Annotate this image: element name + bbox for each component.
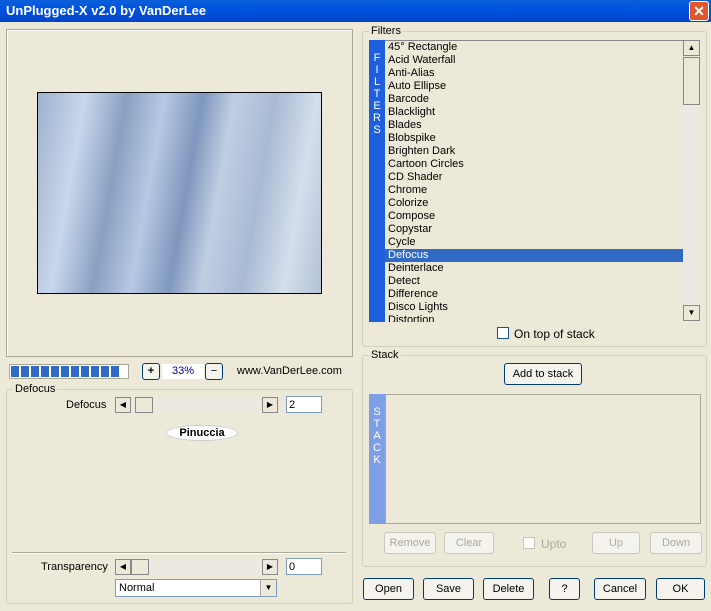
filter-item[interactable]: Disco Lights bbox=[385, 301, 683, 314]
tab-letter: A bbox=[373, 430, 381, 442]
filter-item[interactable]: Copystar bbox=[385, 223, 683, 236]
chevron-down-icon[interactable]: ▼ bbox=[260, 580, 276, 596]
progress-block bbox=[91, 366, 99, 377]
filter-item[interactable]: Distortion bbox=[385, 314, 683, 322]
preview-image bbox=[37, 92, 322, 294]
blend-mode-value: Normal bbox=[119, 582, 155, 594]
filters-list[interactable]: 45° Rectangle Acid Waterfall Anti-Alias Aut… bbox=[385, 40, 683, 322]
filter-settings-label: Defocus bbox=[13, 383, 58, 395]
save-button[interactable]: Save bbox=[423, 578, 474, 600]
transparency-label: Transparency bbox=[41, 561, 108, 573]
zoom-in-button[interactable]: + bbox=[142, 363, 160, 380]
on-top-label: On top of stack bbox=[514, 327, 595, 341]
filter-item[interactable]: Colorize bbox=[385, 197, 683, 210]
tab-letter: F bbox=[373, 52, 381, 64]
filter-item[interactable]: Blobspike bbox=[385, 132, 683, 145]
filter-item[interactable]: Defocus bbox=[385, 249, 683, 262]
remove-button[interactable]: Remove bbox=[384, 532, 436, 554]
transparency-left-arrow-icon[interactable]: ◀ bbox=[115, 559, 131, 575]
stack-list[interactable] bbox=[385, 394, 701, 524]
tab-letter: L bbox=[373, 76, 381, 88]
defocus-label: Defocus bbox=[66, 399, 107, 411]
progress-block bbox=[51, 366, 59, 377]
progress-block bbox=[31, 366, 39, 377]
progress-block bbox=[11, 366, 19, 377]
progress-block bbox=[81, 366, 89, 377]
filter-item[interactable]: Difference bbox=[385, 288, 683, 301]
slider-right-arrow-icon[interactable]: ▶ bbox=[262, 397, 278, 413]
stack-tab: STACK bbox=[369, 394, 385, 524]
tab-letter: R bbox=[373, 112, 381, 124]
transparency-right-arrow-icon[interactable]: ▶ bbox=[262, 559, 278, 575]
on-top-checkbox[interactable] bbox=[497, 327, 509, 339]
filters-label: Filters bbox=[369, 25, 403, 37]
progress-block bbox=[21, 366, 29, 377]
progress-block bbox=[71, 366, 79, 377]
help-button[interactable]: ? bbox=[549, 578, 580, 600]
filter-item[interactable]: Detect bbox=[385, 275, 683, 288]
add-to-stack-button[interactable]: Add to stack bbox=[504, 363, 582, 385]
window-title: UnPlugged-X v2.0 by VanDerLee bbox=[6, 3, 207, 18]
filter-item[interactable]: Cycle bbox=[385, 236, 683, 249]
tab-letter: C bbox=[373, 442, 381, 454]
progress-bar bbox=[9, 364, 129, 379]
filter-item[interactable]: Brighten Dark bbox=[385, 145, 683, 158]
filter-item[interactable]: Blades bbox=[385, 119, 683, 132]
divider bbox=[12, 552, 346, 554]
ok-button[interactable]: OK bbox=[656, 578, 705, 600]
clear-button[interactable]: Clear bbox=[444, 532, 494, 554]
filter-item[interactable]: Acid Waterfall bbox=[385, 54, 683, 67]
slider-left-arrow-icon[interactable]: ◀ bbox=[115, 397, 131, 413]
zoom-out-button[interactable]: − bbox=[205, 363, 223, 380]
upto-label: Upto bbox=[541, 537, 567, 551]
filter-item[interactable]: Compose bbox=[385, 210, 683, 223]
progress-block bbox=[111, 366, 119, 377]
scroll-thumb[interactable] bbox=[683, 57, 700, 105]
stack-label: Stack bbox=[369, 349, 401, 361]
filter-item[interactable]: 45° Rectangle bbox=[385, 41, 683, 54]
filter-item[interactable]: Blacklight bbox=[385, 106, 683, 119]
filters-tab: FILTERS bbox=[369, 40, 385, 322]
filter-item[interactable]: Anti-Alias bbox=[385, 67, 683, 80]
website-link[interactable]: www.VanDerLee.com bbox=[237, 365, 342, 377]
slider-thumb[interactable] bbox=[135, 397, 153, 413]
transparency-thumb[interactable] bbox=[131, 559, 149, 575]
scroll-up-icon[interactable]: ▲ bbox=[683, 40, 700, 56]
up-button[interactable]: Up bbox=[592, 532, 640, 554]
tab-letter: S bbox=[373, 406, 381, 418]
filter-item[interactable]: Barcode bbox=[385, 93, 683, 106]
filter-item[interactable]: Auto Ellipse bbox=[385, 80, 683, 93]
defocus-value-input[interactable] bbox=[286, 396, 322, 413]
open-button[interactable]: Open bbox=[363, 578, 414, 600]
progress-block bbox=[41, 366, 49, 377]
transparency-value-input[interactable] bbox=[286, 558, 322, 575]
zoom-value: 33% bbox=[162, 364, 204, 379]
progress-block bbox=[101, 366, 109, 377]
filter-item[interactable]: CD Shader bbox=[385, 171, 683, 184]
title-bar: UnPlugged-X v2.0 by VanDerLee ✕ bbox=[0, 0, 711, 22]
down-button[interactable]: Down bbox=[650, 532, 702, 554]
upto-checkbox[interactable] bbox=[523, 537, 535, 549]
tab-letter: T bbox=[373, 418, 381, 430]
delete-button[interactable]: Delete bbox=[483, 578, 534, 600]
cancel-button[interactable]: Cancel bbox=[594, 578, 646, 600]
tab-letter: E bbox=[373, 100, 381, 112]
pinuccia-logo: Pinuccia bbox=[166, 425, 238, 441]
filter-item[interactable]: Deinterlace bbox=[385, 262, 683, 275]
tab-letter: I bbox=[375, 64, 379, 76]
blend-mode-select[interactable]: Normal ▼ bbox=[115, 579, 277, 597]
filter-item[interactable]: Chrome bbox=[385, 184, 683, 197]
filter-item[interactable]: Cartoon Circles bbox=[385, 158, 683, 171]
tab-letter: S bbox=[373, 124, 381, 136]
progress-block bbox=[61, 366, 69, 377]
tab-letter: K bbox=[373, 454, 381, 466]
scroll-down-icon[interactable]: ▼ bbox=[683, 305, 700, 321]
tab-letter: T bbox=[373, 88, 381, 100]
close-icon[interactable]: ✕ bbox=[689, 1, 709, 21]
